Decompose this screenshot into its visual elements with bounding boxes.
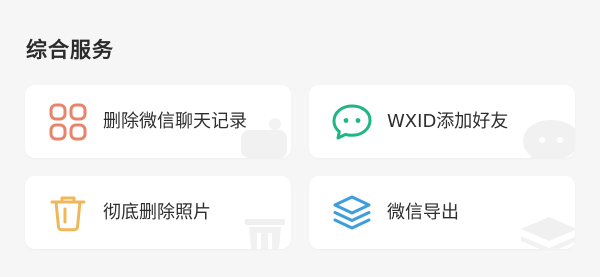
delete-photos-card[interactable]: 彻底删除照片 (25, 176, 291, 249)
layers-watermark-icon (521, 217, 575, 249)
card-label: 彻底删除照片 (103, 202, 211, 223)
card-label: WXID添加好友 (387, 111, 509, 132)
chat-watermark-icon (241, 118, 287, 158)
section-title: 综合服务 (26, 38, 114, 62)
chat-watermark-icon (523, 120, 575, 158)
trash-icon (50, 196, 86, 232)
delete-chat-history-card[interactable]: 删除微信聊天记录 (25, 85, 291, 158)
card-label: 微信导出 (387, 202, 459, 223)
layers-icon (333, 195, 371, 230)
trash-watermark-icon (245, 219, 285, 249)
card-label: 删除微信聊天记录 (103, 111, 247, 132)
chat-bubble-icon (332, 104, 372, 140)
grid-icon (49, 103, 87, 141)
wechat-export-card[interactable]: 微信导出 (309, 176, 575, 249)
wxid-add-friend-card[interactable]: WXID添加好友 (309, 85, 575, 158)
